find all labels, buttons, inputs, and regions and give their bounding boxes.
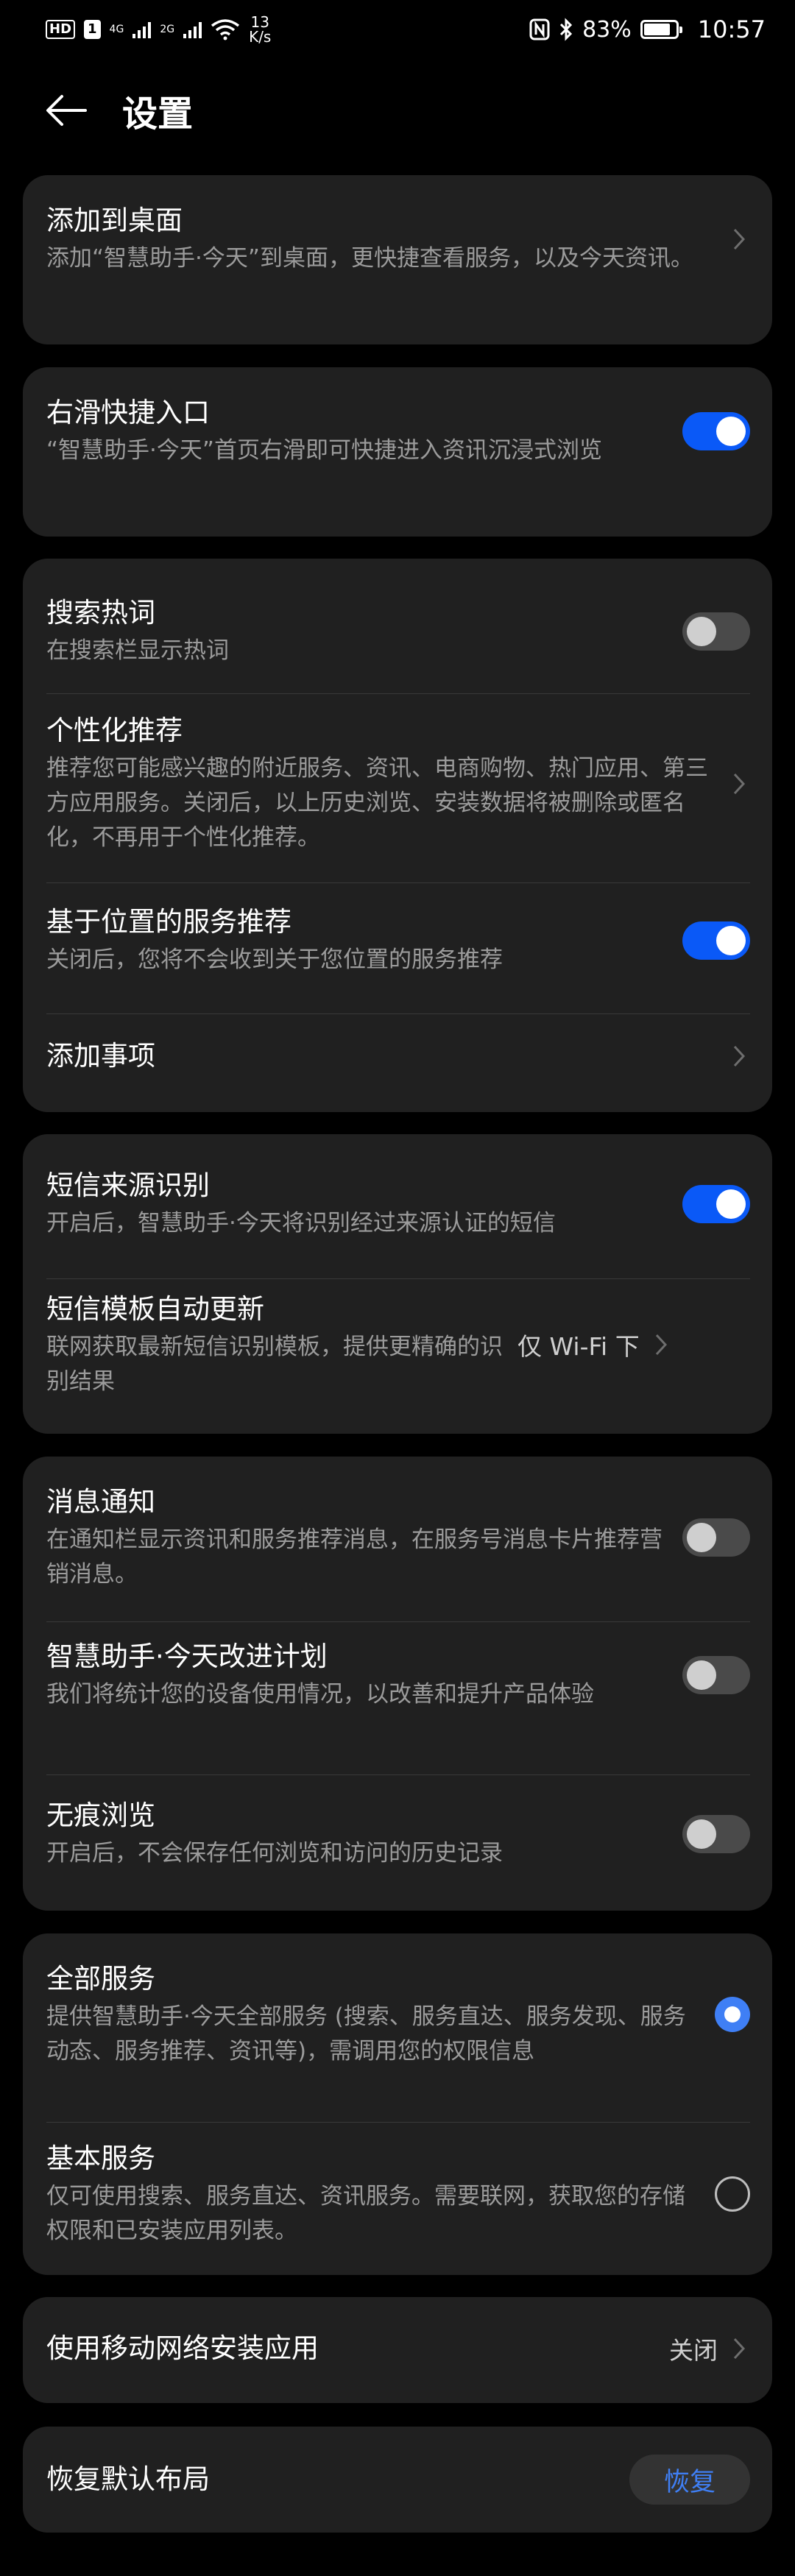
setting-personalized[interactable]: 个性化推荐 推荐您可能感兴趣的附近服务、资讯、电商购物、热门应用、第三方应用服务… — [46, 712, 750, 855]
setting-mobile-install[interactable]: 使用移动网络安装应用 关闭 — [46, 2329, 750, 2368]
card-sms: 短信来源识别 开启后，智慧助手·今天将识别经过来源认证的短信 短信模板自动更新 … — [23, 1134, 772, 1434]
card-service-mode: 全部服务 提供智慧助手·今天全部服务 (搜索、服务直达、服务发现、服务动态、服务… — [23, 1933, 772, 2275]
setting-subtitle: 开启后，智慧助手·今天将识别经过来源认证的短信 — [46, 1210, 556, 1236]
setting-title: 个性化推荐 — [46, 715, 183, 746]
battery-percent: 83% — [582, 16, 632, 43]
divider — [46, 1621, 750, 1622]
setting-title: 搜索热词 — [46, 597, 155, 629]
divider — [46, 882, 750, 883]
sms-source-toggle[interactable] — [682, 1184, 750, 1223]
setting-subtitle: 添加“智慧助手·今天”到桌面，更快捷查看服务，以及今天资讯。 — [46, 245, 693, 272]
status-bar: HD 1 4G 2G 13 K/s 83% 10:57 — [0, 0, 795, 59]
setting-sms-source: 短信来源识别 开启后，智慧助手·今天将识别经过来源认证的短信 — [46, 1167, 750, 1241]
setting-add-to-desktop[interactable]: 添加到桌面 添加“智慧助手·今天”到桌面，更快捷查看服务，以及今天资讯。 — [46, 202, 750, 276]
mobile-install-value: 关闭 — [669, 2336, 718, 2365]
setting-improve-plan: 智慧助手·今天改进计划 我们将统计您的设备使用情况，以改善和提升产品体验 — [46, 1638, 750, 1712]
sms-template-value: 仅 Wi-Fi 下 — [517, 1332, 640, 1361]
setting-title: 短信来源识别 — [46, 1170, 210, 1201]
back-arrow-icon — [46, 95, 87, 126]
back-button[interactable] — [37, 81, 96, 140]
setting-title: 添加到桌面 — [46, 205, 183, 236]
all-services-radio[interactable] — [715, 1997, 750, 2032]
option-title: 全部服务 — [46, 1963, 155, 1995]
card-recommendations: 搜索热词 在搜索栏显示热词 个性化推荐 推荐您可能感兴趣的附近服务、资讯、电商购… — [23, 559, 772, 1112]
app-header: 设置 — [0, 74, 795, 147]
incognito-toggle[interactable] — [682, 1814, 750, 1853]
chevron-right-icon — [728, 769, 750, 799]
setting-restore-layout: 恢复默认布局 恢复 — [46, 2455, 750, 2505]
setting-title: 右滑快捷入口 — [46, 397, 210, 428]
setting-subtitle: 我们将统计您的设备使用情况，以改善和提升产品体验 — [46, 1681, 594, 1708]
setting-title: 添加事项 — [46, 1040, 155, 1072]
battery-icon — [640, 20, 682, 39]
network-speed-unit: K/s — [249, 28, 272, 46]
card-mobile-install: 使用移动网络安装应用 关闭 — [23, 2297, 772, 2403]
chevron-right-icon — [728, 1041, 750, 1071]
hot-search-toggle[interactable] — [682, 612, 750, 651]
signal-bars-1-icon — [132, 21, 152, 38]
card-restore-layout: 恢复默认布局 恢复 — [23, 2427, 772, 2533]
sim-slot-badge: 1 — [84, 20, 101, 39]
network-speed-value: 13 — [250, 13, 269, 31]
location-recommend-toggle[interactable] — [682, 921, 750, 960]
wifi-icon — [211, 19, 240, 40]
setting-subtitle: 推荐您可能感兴趣的附近服务、资讯、电商购物、热门应用、第三方应用服务。关闭后，以… — [46, 755, 708, 851]
setting-subtitle: 联网获取最新短信识别模板，提供更精确的识别结果 — [46, 1334, 503, 1395]
setting-notify: 消息通知 在通知栏显示资讯和服务推荐消息，在服务号消息卡片推荐营销消息。 — [46, 1483, 750, 1592]
setting-subtitle: 在搜索栏显示热词 — [46, 637, 229, 664]
setting-subtitle: 在通知栏显示资讯和服务推荐消息，在服务号消息卡片推荐营销消息。 — [46, 1526, 662, 1588]
network-speed: 13 K/s — [249, 15, 271, 44]
divider — [46, 1013, 750, 1014]
setting-title: 短信模板自动更新 — [46, 1293, 264, 1325]
setting-add-item[interactable]: 添加事项 — [46, 1037, 750, 1075]
setting-title: 恢复默认布局 — [46, 2463, 210, 2495]
nfc-icon — [529, 18, 550, 40]
card-swipe-shortcut: 右滑快捷入口 “智慧助手·今天”首页右滑即可快捷进入资讯沉浸式浏览 — [23, 367, 772, 537]
option-all-services[interactable]: 全部服务 提供智慧助手·今天全部服务 (搜索、服务直达、服务发现、服务动态、服务… — [46, 1960, 750, 2069]
setting-location-recommend: 基于位置的服务推荐 关闭后，您将不会收到关于您位置的服务推荐 — [46, 903, 750, 977]
chevron-right-icon — [650, 1330, 672, 1359]
setting-sms-template[interactable]: 短信模板自动更新 联网获取最新短信识别模板，提供更精确的识别结果 仅 Wi-Fi… — [46, 1290, 750, 1399]
option-subtitle: 提供智慧助手·今天全部服务 (搜索、服务直达、服务发现、服务动态、服务推荐、资讯… — [46, 2003, 686, 2064]
setting-title: 基于位置的服务推荐 — [46, 906, 292, 938]
network-type-1: 4G — [109, 24, 124, 35]
clock: 10:57 — [697, 15, 766, 43]
chevron-right-icon — [728, 2334, 750, 2363]
swipe-shortcut-toggle[interactable] — [682, 411, 750, 450]
basic-services-radio[interactable] — [715, 2176, 750, 2212]
improve-plan-toggle[interactable] — [682, 1655, 750, 1694]
bluetooth-icon — [560, 18, 573, 41]
setting-title: 消息通知 — [46, 1486, 155, 1518]
page-title: 设置 — [122, 93, 194, 135]
chevron-right-icon — [728, 224, 750, 254]
option-title: 基本服务 — [46, 2142, 155, 2174]
option-subtitle: 仅可使用搜索、服务直达、资讯服务。需要联网，获取您的存储权限和已安装应用列表。 — [46, 2183, 685, 2244]
card-add-desktop: 添加到桌面 添加“智慧助手·今天”到桌面，更快捷查看服务，以及今天资讯。 — [23, 175, 772, 344]
setting-incognito: 无痕浏览 开启后，不会保存任何浏览和访问的历史记录 — [46, 1797, 750, 1871]
card-privacy: 消息通知 在通知栏显示资讯和服务推荐消息，在服务号消息卡片推荐营销消息。 智慧助… — [23, 1457, 772, 1911]
setting-title: 使用移动网络安装应用 — [46, 2332, 319, 2364]
setting-subtitle: “智慧助手·今天”首页右滑即可快捷进入资讯沉浸式浏览 — [46, 437, 602, 464]
option-basic-services[interactable]: 基本服务 仅可使用搜索、服务直达、资讯服务。需要联网，获取您的存储权限和已安装应… — [46, 2140, 750, 2248]
setting-hot-search: 搜索热词 在搜索栏显示热词 — [46, 594, 750, 668]
hd-badge: HD — [46, 20, 76, 39]
setting-swipe-shortcut: 右滑快捷入口 “智慧助手·今天”首页右滑即可快捷进入资讯沉浸式浏览 — [46, 394, 750, 468]
setting-subtitle: 开启后，不会保存任何浏览和访问的历史记录 — [46, 1840, 503, 1866]
setting-title: 智慧助手·今天改进计划 — [46, 1641, 328, 1672]
divider — [46, 693, 750, 694]
divider — [46, 2122, 750, 2123]
divider — [46, 1774, 750, 1775]
notify-toggle[interactable] — [682, 1518, 750, 1557]
signal-bars-2-icon — [183, 21, 202, 38]
divider — [46, 1278, 750, 1279]
network-type-2: 2G — [160, 24, 175, 35]
restore-button[interactable]: 恢复 — [629, 2455, 750, 2505]
setting-title: 无痕浏览 — [46, 1800, 155, 1831]
setting-subtitle: 关闭后，您将不会收到关于您位置的服务推荐 — [46, 946, 503, 973]
